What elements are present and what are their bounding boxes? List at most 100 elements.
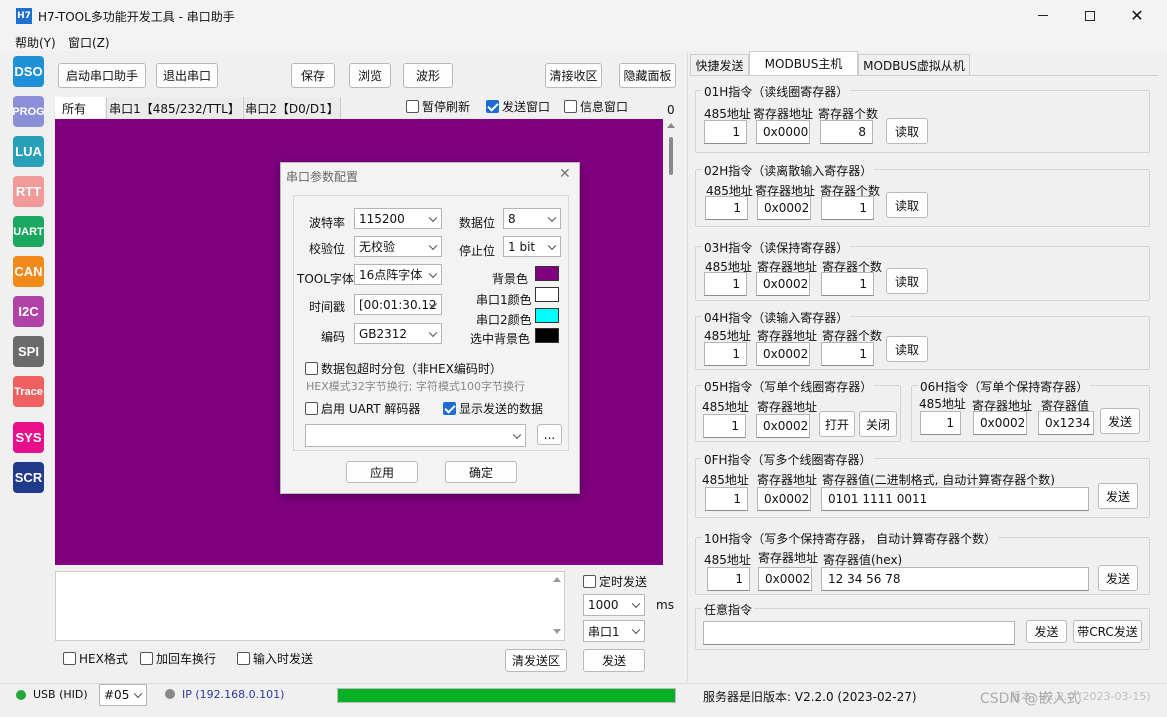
- uart2-color-swatch[interactable]: [535, 308, 559, 323]
- g10-addr-input[interactable]: 1: [707, 567, 750, 591]
- g03-reg-input[interactable]: 0x0002: [756, 272, 810, 296]
- show-sent-checkbox[interactable]: 显示发送的数据: [443, 400, 543, 417]
- close-button[interactable]: ✕: [1114, 0, 1160, 31]
- databits-select[interactable]: 8: [503, 208, 561, 229]
- device-select[interactable]: #05: [99, 684, 147, 706]
- g10-reg-input[interactable]: 0x0002: [758, 567, 812, 591]
- font-select[interactable]: 16点阵字体: [354, 264, 442, 285]
- sidebar-scr-button[interactable]: SCR: [13, 462, 44, 493]
- maximize-button[interactable]: [1067, 0, 1113, 31]
- ok-button[interactable]: 确定: [445, 461, 517, 483]
- g0f-reg-input[interactable]: 0x0002: [757, 487, 811, 511]
- decoder-browse-button[interactable]: ...: [537, 424, 562, 445]
- g02-reg-input[interactable]: 0x0002: [757, 196, 811, 220]
- send-scrollbar[interactable]: [550, 572, 564, 640]
- g03-read-button[interactable]: 读取: [886, 268, 928, 294]
- g03-count-input[interactable]: 1: [821, 272, 874, 296]
- chevron-down-icon: [428, 269, 438, 278]
- encoding-select[interactable]: GB2312: [354, 323, 442, 344]
- save-button[interactable]: 保存: [291, 63, 335, 88]
- g03-addr-input[interactable]: 1: [704, 272, 747, 296]
- decoder-select[interactable]: [305, 424, 526, 447]
- g0f-addr-input[interactable]: 1: [705, 487, 748, 511]
- sidebar-i2c-button[interactable]: I2C: [13, 296, 44, 327]
- parity-select[interactable]: 无校验: [354, 236, 442, 257]
- start-serial-button[interactable]: 启动串口助手: [58, 63, 146, 88]
- g02-count-input[interactable]: 1: [821, 196, 874, 220]
- sidebar-rtt-button[interactable]: RTT: [13, 176, 44, 207]
- sidebar-spi-button[interactable]: SPI: [13, 336, 44, 367]
- baud-select[interactable]: 115200: [354, 208, 442, 229]
- send-on-input-checkbox[interactable]: 输入时发送: [237, 650, 313, 667]
- g02-addr-input[interactable]: 1: [705, 196, 748, 220]
- g01-reg-input[interactable]: 0x0000: [756, 120, 810, 144]
- g04-count-input[interactable]: 1: [821, 342, 874, 366]
- send-textarea[interactable]: [55, 571, 565, 641]
- any-crc-send-button[interactable]: 带CRC发送: [1073, 620, 1142, 643]
- tab-modbus-slave[interactable]: MODBUS虚拟从机: [858, 54, 970, 75]
- g05-addr-input[interactable]: 1: [703, 414, 746, 438]
- packet-split-checkbox[interactable]: 数据包超时分包（非HEX编码时）: [305, 360, 502, 377]
- tab-all[interactable]: 所有: [55, 97, 105, 119]
- minimize-button[interactable]: [1020, 0, 1066, 31]
- exit-serial-button[interactable]: 退出串口: [156, 63, 218, 88]
- sidebar-dso-button[interactable]: DSO: [13, 56, 44, 87]
- send-window-checkbox[interactable]: 发送窗口: [486, 98, 550, 115]
- sidebar-uart-button[interactable]: UART: [13, 216, 44, 247]
- g01-read-button[interactable]: 读取: [886, 118, 928, 144]
- interval-select[interactable]: 1000: [583, 594, 645, 616]
- g06-addr-input[interactable]: 1: [920, 411, 961, 435]
- clear-tx-button[interactable]: 清发送区: [505, 649, 567, 672]
- browse-button[interactable]: 浏览: [349, 63, 391, 88]
- hex-checkbox[interactable]: HEX格式: [63, 650, 128, 667]
- g04-read-button[interactable]: 读取: [886, 336, 928, 362]
- any-send-button[interactable]: 发送: [1026, 620, 1067, 643]
- uart1-color-swatch[interactable]: [535, 287, 559, 302]
- g0f-value-input[interactable]: 0101 1111 0011: [821, 487, 1089, 511]
- menu-window[interactable]: 窗口(Z): [68, 34, 110, 51]
- sidebar-can-button[interactable]: CAN: [13, 256, 44, 287]
- port-select[interactable]: 串口1: [583, 620, 645, 642]
- g04-addr-input[interactable]: 1: [704, 342, 747, 366]
- timestamp-select[interactable]: [00:01:30.12: [354, 294, 442, 315]
- g02-read-button[interactable]: 读取: [886, 192, 928, 218]
- tab-quick-send[interactable]: 快捷发送: [690, 54, 749, 75]
- sel-bg-color-swatch[interactable]: [535, 328, 559, 343]
- apply-button[interactable]: 应用: [346, 461, 418, 483]
- g05-reg-input[interactable]: 0x0002: [756, 414, 810, 438]
- wave-button[interactable]: 波形: [403, 63, 453, 88]
- sidebar-trace-button[interactable]: Trace: [13, 376, 44, 407]
- info-window-checkbox[interactable]: 信息窗口: [564, 98, 628, 115]
- tab-uart1[interactable]: 串口1【485/232/TTL】: [106, 97, 242, 119]
- g06-send-button[interactable]: 发送: [1100, 408, 1140, 434]
- bg-color-swatch[interactable]: [535, 266, 559, 281]
- stopbits-select[interactable]: 1 bit: [503, 236, 561, 257]
- g0f-send-button[interactable]: 发送: [1098, 483, 1138, 509]
- tab-modbus-master[interactable]: MODBUS主机: [749, 51, 858, 75]
- sidebar-prog-button[interactable]: PROG: [12, 96, 45, 127]
- add-crlf-checkbox[interactable]: 加回车换行: [140, 650, 216, 667]
- g10-send-button[interactable]: 发送: [1098, 565, 1138, 591]
- timed-send-checkbox[interactable]: 定时发送: [583, 573, 647, 590]
- pause-refresh-checkbox[interactable]: 暂停刷新: [406, 98, 470, 115]
- g04-reg-input[interactable]: 0x0002: [756, 342, 810, 366]
- clear-rx-button[interactable]: 清接收区: [545, 63, 602, 88]
- tab-uart2[interactable]: 串口2【D0/D1】: [243, 97, 341, 119]
- g06-value-input[interactable]: 0x1234: [1038, 411, 1094, 435]
- dialog-close-icon[interactable]: ✕: [559, 166, 571, 182]
- sidebar-sys-button[interactable]: SYS: [13, 422, 44, 453]
- menu-help[interactable]: 帮助(Y): [15, 34, 56, 51]
- g06-reg-input[interactable]: 0x0002: [973, 411, 1027, 435]
- scroll-thumb[interactable]: [669, 137, 673, 175]
- g01-count-input[interactable]: 8: [820, 120, 873, 144]
- g10-value-input[interactable]: 12 34 56 78: [821, 567, 1089, 591]
- uart-decoder-checkbox[interactable]: 启用 UART 解码器: [305, 400, 420, 417]
- g05-open-button[interactable]: 打开: [819, 411, 855, 437]
- g05-close-button[interactable]: 关闭: [859, 411, 897, 437]
- sidebar-lua-button[interactable]: LUA: [13, 136, 44, 167]
- any-command-input[interactable]: [703, 621, 1015, 645]
- g01-addr-input[interactable]: 1: [704, 120, 747, 144]
- send-button[interactable]: 发送: [583, 649, 645, 672]
- hide-panel-button[interactable]: 隐藏面板: [619, 63, 676, 88]
- rx-scrollbar[interactable]: [664, 119, 678, 565]
